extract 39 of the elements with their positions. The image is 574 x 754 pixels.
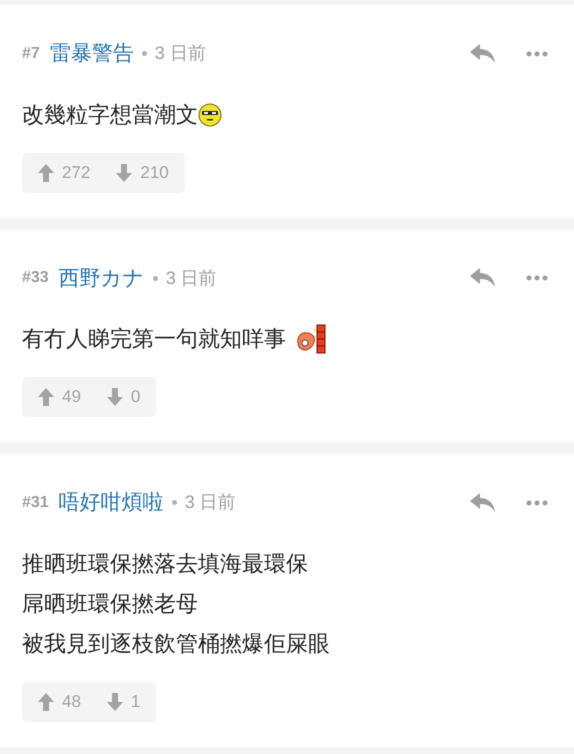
post-time: 3 日前	[154, 42, 206, 66]
author-name[interactable]: 唔好咁煩啦	[58, 487, 164, 518]
more-button[interactable]	[526, 500, 548, 506]
upvote-button[interactable]: 48	[38, 688, 81, 714]
downvote-arrow-icon	[106, 692, 123, 710]
comment-text: 被我見到逐枝飲管桶撚爆佢屎眼	[22, 630, 330, 658]
sunglasses-face-icon	[198, 102, 222, 126]
reply-icon	[470, 44, 496, 64]
post-time: 3 日前	[166, 266, 217, 290]
more-button[interactable]	[526, 275, 548, 282]
upvote-button[interactable]: 49	[38, 384, 81, 410]
post-time: 3 日前	[184, 491, 236, 514]
reply-icon	[470, 492, 496, 513]
downvote-arrow-icon	[116, 164, 132, 182]
downvote-button[interactable]: 210	[116, 160, 169, 186]
upvote-arrow-icon	[38, 388, 54, 406]
reply-icon	[470, 268, 496, 288]
author-name[interactable]: 西野カナ	[58, 262, 145, 294]
author-name[interactable]: 雷暴警告	[50, 38, 134, 70]
downvote-button[interactable]: 0	[106, 384, 140, 410]
more-icon	[526, 500, 548, 506]
comment-text: 屌晒班環保撚老母	[22, 590, 198, 618]
more-button[interactable]	[526, 50, 548, 57]
upvote-arrow-icon	[38, 692, 54, 710]
reply-button[interactable]	[470, 492, 496, 513]
upvote-button[interactable]: 272	[38, 160, 90, 186]
upvote-arrow-icon	[38, 164, 54, 182]
downvote-arrow-icon	[106, 388, 123, 406]
comment-text: 有冇人睇完第一句就知咩事	[22, 325, 286, 353]
floor-number: #7	[22, 44, 40, 64]
more-icon	[526, 275, 548, 282]
comment-text: 改幾粒字想當潮文	[22, 100, 198, 128]
floor-number: #31	[22, 492, 49, 513]
floor-number: #33	[22, 268, 49, 288]
comment-text: 推晒班環保撚落去填海最環保	[22, 550, 308, 578]
more-icon	[526, 50, 548, 57]
reply-button[interactable]	[470, 268, 496, 288]
downvote-button[interactable]: 1	[106, 688, 140, 714]
reply-button[interactable]	[470, 44, 496, 64]
